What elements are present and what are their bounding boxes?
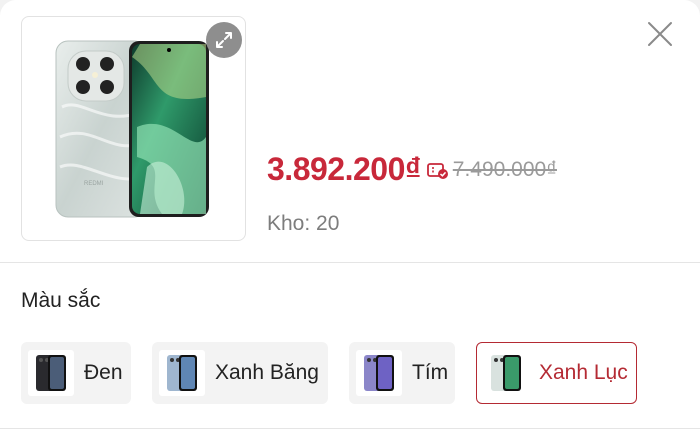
color-option-green[interactable]: Xanh Lục: [476, 342, 637, 404]
expand-image-button[interactable]: [206, 22, 242, 58]
color-option-label: Đen: [84, 361, 123, 384]
color-option-label: Xanh Băng: [215, 361, 319, 384]
color-thumbnail: [356, 350, 402, 396]
phone-thumbnail-icon: [491, 355, 521, 391]
color-thumbnail: [483, 350, 529, 396]
close-button[interactable]: [640, 14, 680, 54]
product-option-sheet: REDMI 3.892.200₫ 7.490.000₫ Kho: 20 Màu …: [0, 0, 700, 438]
color-thumbnail: [159, 350, 205, 396]
expand-icon: [216, 32, 232, 48]
brand-mark: REDMI: [84, 181, 104, 187]
original-price: 7.490.000₫: [452, 157, 557, 181]
phone-thumbnail-icon: [364, 355, 394, 391]
phone-thumbnail-icon: [167, 355, 197, 391]
color-section-title: Màu sắc: [21, 289, 101, 312]
color-thumbnail: [28, 350, 74, 396]
color-option-black[interactable]: Đen: [21, 342, 131, 404]
stock-count: Kho: 20: [267, 212, 340, 235]
divider: [0, 262, 700, 263]
color-option-label: Xanh Lục: [539, 361, 628, 384]
phone-thumbnail-icon: [36, 355, 66, 391]
voucher-icon: [426, 162, 448, 179]
color-option-ice-blue[interactable]: Xanh Băng: [152, 342, 328, 404]
current-price: 3.892.200₫: [267, 151, 421, 187]
divider: [0, 428, 700, 429]
color-option-label: Tím: [412, 361, 449, 384]
close-icon: [648, 22, 672, 46]
price-row: 3.892.200₫ 7.490.000₫: [267, 151, 557, 188]
color-option-purple[interactable]: Tím: [349, 342, 455, 404]
